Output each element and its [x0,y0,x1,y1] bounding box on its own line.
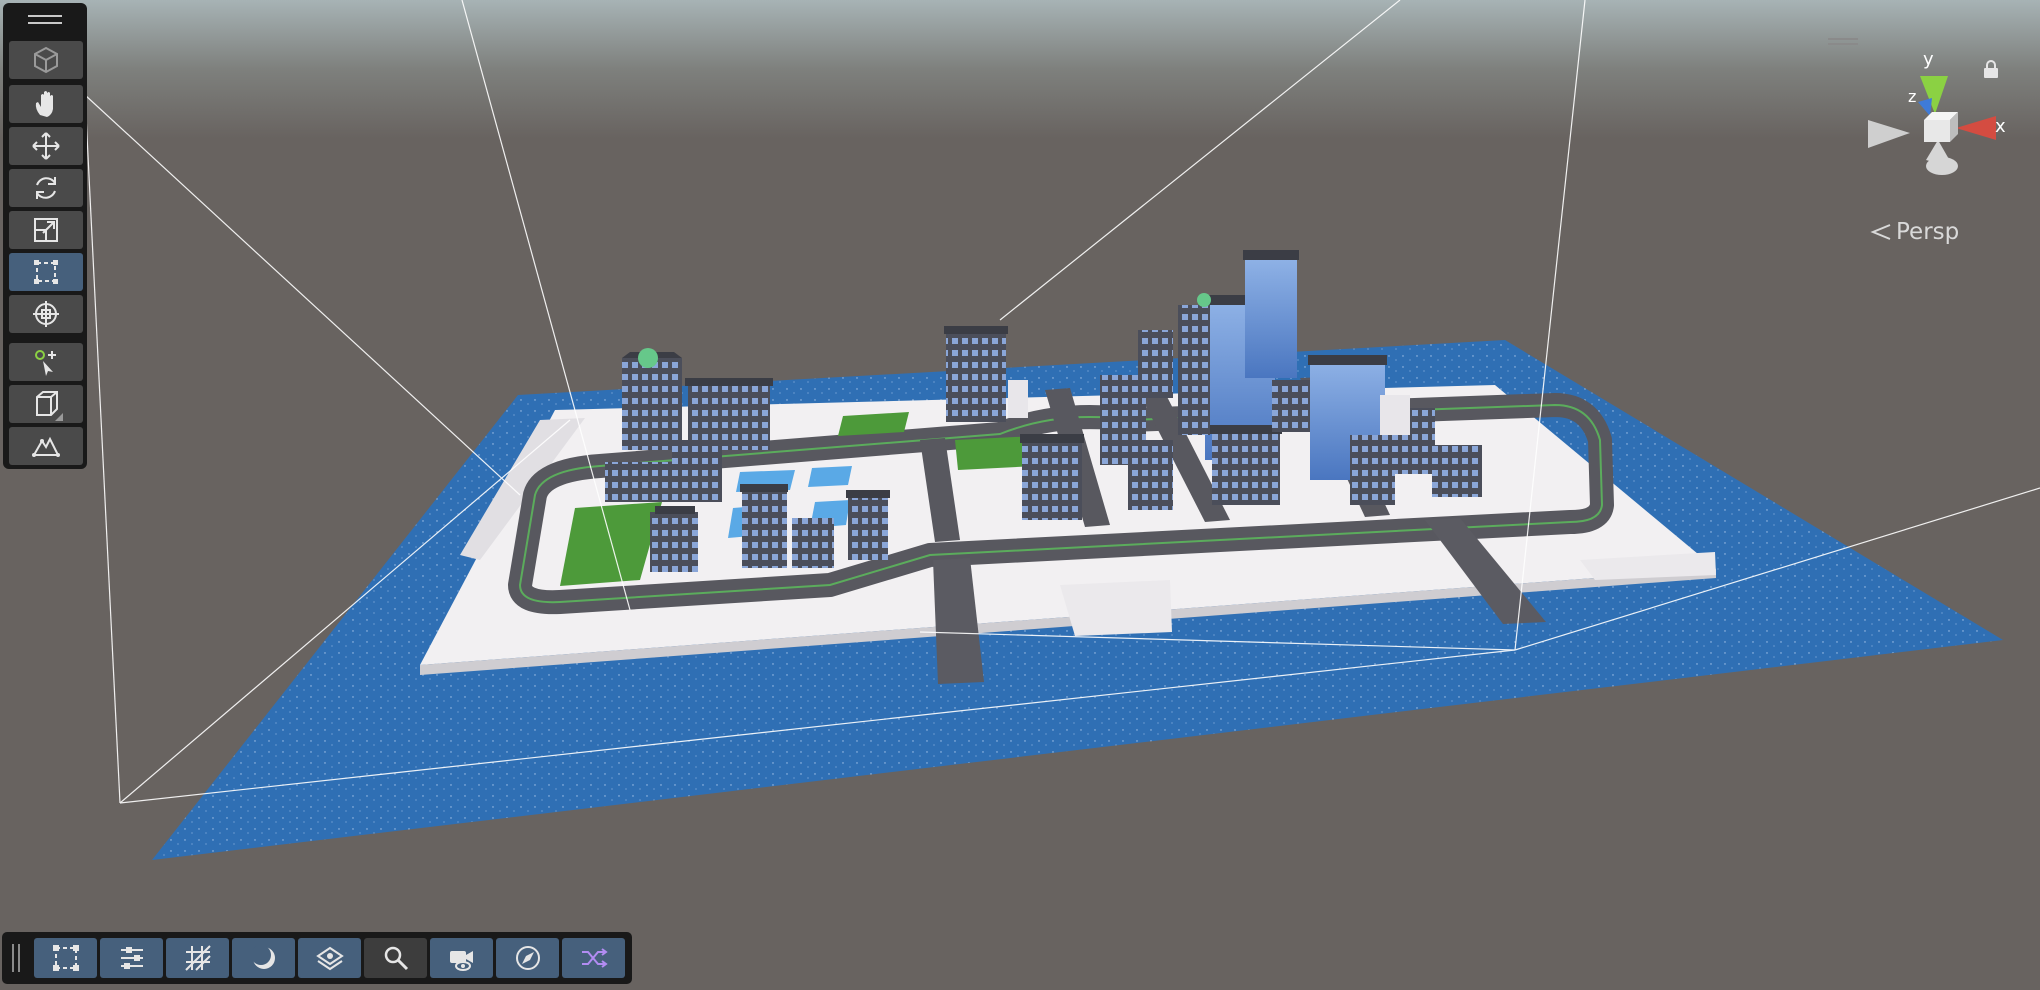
custom-tool-button[interactable] [9,343,83,381]
overlay-drag-handle[interactable] [10,944,24,972]
gizmo-drag-handle[interactable] [1828,38,1858,46]
gizmo-neg-x-cone[interactable] [1868,120,1910,148]
hand-icon [35,91,53,117]
projection-label: Persp [1896,219,1960,245]
grid-icon [184,945,211,971]
orientation-gizmo[interactable]: y x z [1860,40,2010,190]
scale-icon [34,218,58,242]
tools-panel-handle[interactable] [3,3,87,37]
camera-button[interactable] [430,938,493,978]
sliders-icon [120,947,143,969]
gizmo-center-cube[interactable] [1924,120,1950,142]
layers-icon [315,946,344,971]
terrain-icon [32,436,60,457]
perspective-chevron-icon [1870,224,1891,240]
transform-icon [33,301,59,327]
search-button[interactable] [364,938,427,978]
probuilder-cube-icon [36,391,63,421]
sphere-icon [250,945,275,969]
compass-icon [515,946,540,970]
grid-snapping-button[interactable] [166,938,229,978]
scene-canvas[interactable] [0,0,2040,990]
terrain-tool-button[interactable] [9,427,83,465]
tool-settings-button[interactable] [100,938,163,978]
gizmo-x-cone[interactable] [1956,116,1996,140]
search-icon [384,946,408,971]
scene-layers-button[interactable] [298,938,361,978]
custom-editor-icon [35,350,56,376]
transform-tool-button[interactable] [9,295,83,333]
rect-tool-button[interactable] [9,253,83,291]
scale-tool-button[interactable] [9,211,83,249]
hamburger-icon [28,15,62,24]
gizmo-y-label: y [1923,49,1934,70]
gizmo-z-cone[interactable] [1918,98,1932,116]
rect-selection-button[interactable] [34,938,97,978]
rotate-tool-button[interactable] [9,169,83,207]
cube-icon [34,46,58,74]
rect-transform-icon [34,260,58,284]
move-arrows-icon [32,132,60,160]
camera-icon [449,951,473,971]
move-tool-button[interactable] [9,127,83,165]
gizmo-x-label: x [1995,116,2006,137]
rotate-icon [36,177,56,199]
scene-viewport[interactable]: y x z Persp [0,0,2040,990]
overlay-toolbar [2,932,632,984]
tools-panel [3,3,87,469]
navigation-button[interactable] [496,938,559,978]
rect-icon [52,945,79,971]
view-menu-button[interactable] [9,41,83,79]
gizmo-z-label: z [1908,87,1916,106]
hand-tool-button[interactable] [9,85,83,123]
shuffle-button[interactable] [562,938,625,978]
projection-toggle[interactable]: Persp [1870,216,1990,248]
shading-mode-button[interactable] [232,938,295,978]
probuilder-tool-button[interactable] [9,385,83,423]
shuffle-icon [581,948,608,968]
